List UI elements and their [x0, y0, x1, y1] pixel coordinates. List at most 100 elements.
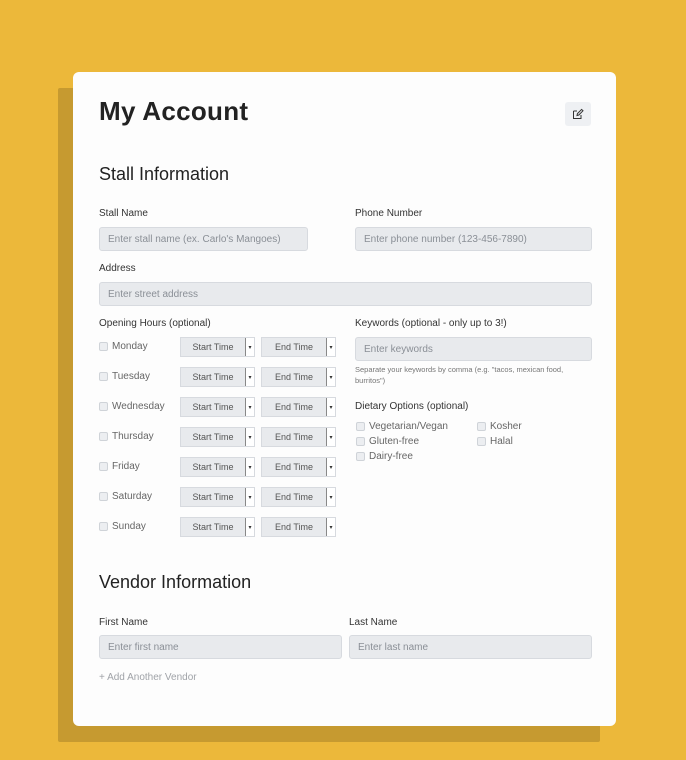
day-row-monday: Monday [99, 341, 148, 352]
day-row-tuesday: Tuesday [99, 371, 150, 382]
dietary-option-label: Dairy-free [369, 451, 413, 462]
start-time-select[interactable]: Start Time ▾ [180, 337, 255, 357]
day-row-friday: Friday [99, 461, 140, 472]
dietary-option-label: Gluten-free [369, 436, 420, 447]
day-label: Thursday [112, 431, 154, 442]
start-time-select[interactable]: Start Time ▾ [180, 367, 255, 387]
day-row-sunday: Sunday [99, 521, 146, 532]
caret-down-icon: ▾ [245, 518, 254, 536]
day-label: Tuesday [112, 371, 150, 382]
dietary-option-label: Kosher [490, 421, 522, 432]
end-time-select[interactable]: End Time ▾ [261, 427, 336, 447]
keywords-placeholder: Enter keywords [364, 343, 433, 355]
end-time-value: End Time [274, 522, 314, 532]
caret-down-icon: ▾ [245, 488, 254, 506]
dietary-option-vegetarian[interactable]: Vegetarian/Vegan [356, 421, 448, 432]
opening-hours-label: Opening Hours (optional) [99, 318, 211, 329]
caret-down-icon: ▾ [326, 488, 335, 506]
day-checkbox[interactable] [99, 372, 108, 381]
phone-input[interactable]: Enter phone number (123-456-7890) [355, 227, 592, 251]
end-time-select[interactable]: End Time ▾ [261, 337, 336, 357]
end-time-select[interactable]: End Time ▾ [261, 367, 336, 387]
day-row-wednesday: Wednesday [99, 401, 165, 412]
day-checkbox[interactable] [99, 342, 108, 351]
dietary-option-label: Halal [490, 436, 513, 447]
stall-section-title: Stall Information [99, 164, 230, 184]
end-time-value: End Time [274, 342, 314, 352]
first-name-input[interactable]: Enter first name [99, 635, 342, 659]
address-label: Address [99, 263, 136, 274]
caret-down-icon: ▾ [326, 518, 335, 536]
caret-down-icon: ▾ [326, 338, 335, 356]
end-time-select[interactable]: End Time ▾ [261, 487, 336, 507]
day-row-thursday: Thursday [99, 431, 154, 442]
start-time-select[interactable]: Start Time ▾ [180, 517, 255, 537]
caret-down-icon: ▾ [326, 398, 335, 416]
dietary-checkbox[interactable] [356, 437, 365, 446]
day-checkbox[interactable] [99, 432, 108, 441]
end-time-value: End Time [274, 432, 314, 442]
keywords-label: Keywords (optional - only up to 3!) [355, 318, 507, 329]
dietary-option-gluten-free[interactable]: Gluten-free [356, 436, 419, 447]
day-checkbox[interactable] [99, 492, 108, 501]
caret-down-icon: ▾ [326, 368, 335, 386]
end-time-value: End Time [274, 372, 314, 382]
day-label: Monday [112, 341, 148, 352]
stall-name-placeholder: Enter stall name (ex. Carlo's Mangoes) [108, 233, 281, 245]
stall-name-label: Stall Name [99, 208, 148, 219]
end-time-select[interactable]: End Time ▾ [261, 457, 336, 477]
end-time-select[interactable]: End Time ▾ [261, 397, 336, 417]
address-input[interactable]: Enter street address [99, 282, 592, 306]
day-label: Saturday [112, 491, 153, 502]
day-label: Wednesday [112, 401, 165, 412]
address-placeholder: Enter street address [108, 288, 199, 300]
caret-down-icon: ▾ [245, 428, 254, 446]
last-name-input[interactable]: Enter last name [349, 635, 592, 659]
end-time-select[interactable]: End Time ▾ [261, 517, 336, 537]
last-name-placeholder: Enter last name [358, 641, 429, 653]
start-time-select[interactable]: Start Time ▾ [180, 427, 255, 447]
keywords-input[interactable]: Enter keywords [355, 337, 592, 361]
start-time-value: Start Time [192, 372, 234, 382]
last-name-label: Last Name [349, 617, 398, 628]
dietary-checkbox[interactable] [477, 422, 486, 431]
caret-down-icon: ▾ [245, 338, 254, 356]
vendor-section-title: Vendor Information [99, 572, 252, 592]
dietary-label: Dietary Options (optional) [355, 401, 469, 412]
start-time-value: Start Time [192, 432, 234, 442]
start-time-value: Start Time [192, 342, 234, 352]
end-time-value: End Time [274, 492, 314, 502]
day-label: Friday [112, 461, 140, 472]
edit-button[interactable] [565, 102, 591, 126]
start-time-select[interactable]: Start Time ▾ [180, 397, 255, 417]
start-time-value: Start Time [192, 522, 234, 532]
caret-down-icon: ▾ [326, 428, 335, 446]
caret-down-icon: ▾ [245, 458, 254, 476]
end-time-value: End Time [274, 402, 314, 412]
keywords-hint-line-2: burritos") [355, 376, 386, 385]
page-title: My Account [99, 96, 249, 126]
day-label: Sunday [112, 521, 146, 532]
start-time-value: Start Time [192, 402, 234, 412]
dietary-option-halal[interactable]: Halal [477, 436, 513, 447]
keywords-hint: Separate your keywords by comma (e.g. "t… [355, 364, 595, 386]
start-time-select[interactable]: Start Time ▾ [180, 487, 255, 507]
day-checkbox[interactable] [99, 402, 108, 411]
dietary-checkbox[interactable] [477, 437, 486, 446]
phone-placeholder: Enter phone number (123-456-7890) [364, 233, 527, 245]
dietary-option-kosher[interactable]: Kosher [477, 421, 522, 432]
start-time-select[interactable]: Start Time ▾ [180, 457, 255, 477]
account-card: My Account Stall Information Stall Name … [73, 72, 616, 726]
first-name-label: First Name [99, 617, 148, 628]
dietary-checkbox[interactable] [356, 452, 365, 461]
dietary-checkbox[interactable] [356, 422, 365, 431]
stall-name-input[interactable]: Enter stall name (ex. Carlo's Mangoes) [99, 227, 308, 251]
caret-down-icon: ▾ [245, 368, 254, 386]
day-row-saturday: Saturday [99, 491, 152, 502]
start-time-value: Start Time [192, 462, 234, 472]
day-checkbox[interactable] [99, 522, 108, 531]
day-checkbox[interactable] [99, 462, 108, 471]
dietary-option-dairy-free[interactable]: Dairy-free [356, 451, 413, 462]
end-time-value: End Time [274, 462, 314, 472]
add-vendor-link[interactable]: + Add Another Vendor [99, 672, 197, 683]
